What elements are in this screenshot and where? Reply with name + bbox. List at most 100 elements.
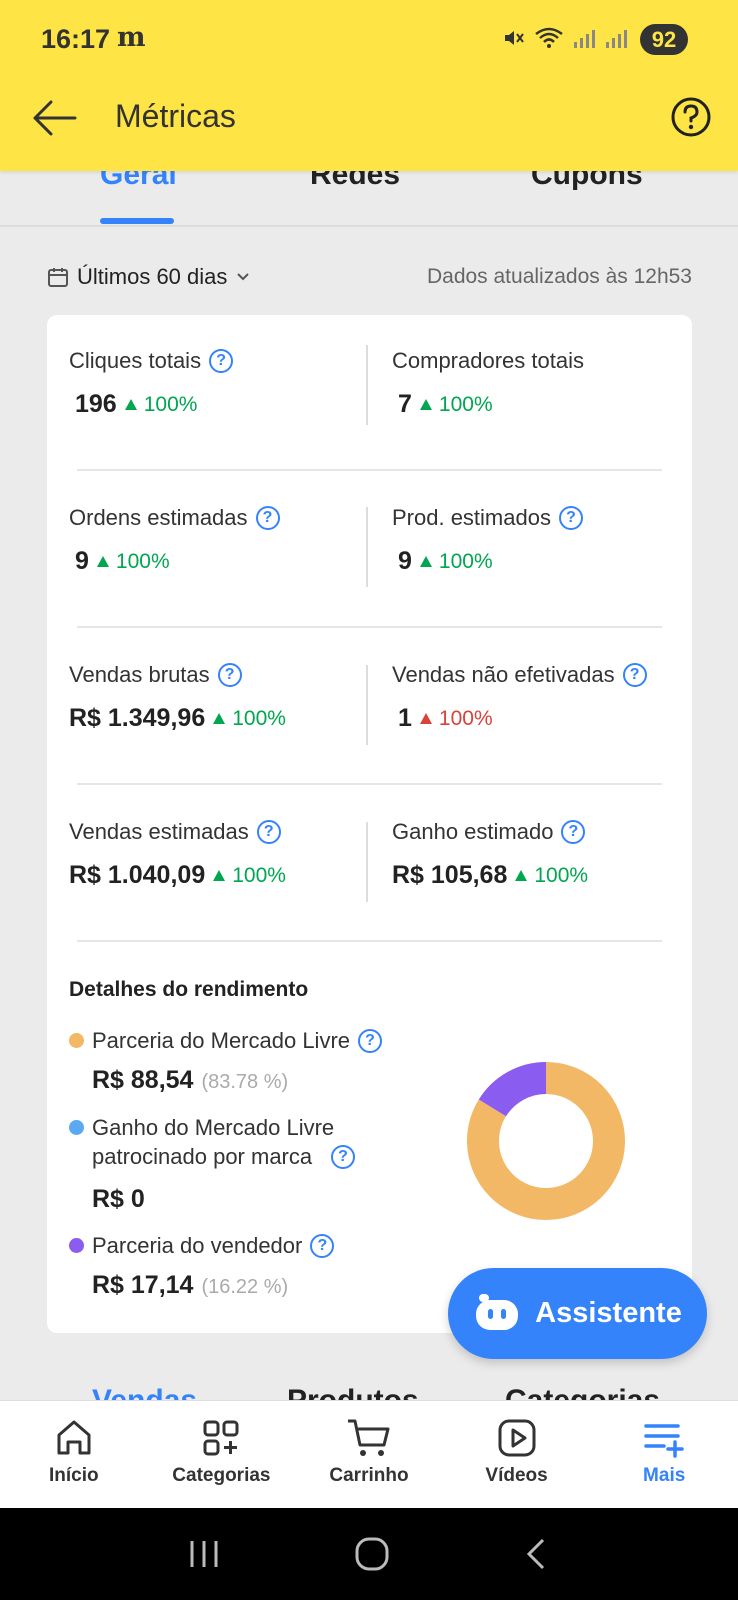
trend-value: 100% xyxy=(438,392,493,416)
help-icon[interactable]: ? xyxy=(558,506,583,530)
trend-up-badge: 100% xyxy=(419,392,493,417)
legend-label: Parceria do Mercado Livre xyxy=(92,1028,351,1053)
triangle-up-icon xyxy=(124,399,137,410)
blue-dot-icon xyxy=(69,1120,84,1135)
video-icon xyxy=(498,1419,536,1457)
metric-value: R$ 1.349,96 xyxy=(69,704,206,732)
orange-dot-icon xyxy=(69,1033,84,1048)
divider xyxy=(77,783,662,785)
recent-apps-icon[interactable] xyxy=(187,1538,221,1570)
triangle-up-icon xyxy=(96,556,109,567)
section-tabs-peek: Vendas Produtos Categorias xyxy=(0,1384,738,1400)
trend-up-badge: 100% xyxy=(419,549,493,574)
metric-label: Prod. estimados xyxy=(392,505,551,530)
legend-label: Ganho do Mercado Livre patrocinado por m… xyxy=(92,1115,335,1169)
tab-categorias[interactable]: Categorias xyxy=(505,1384,660,1400)
legend-ganho-ml-patrocinado: Ganho do Mercado Livre patrocinado por m… xyxy=(69,1114,419,1214)
trend-value: 100% xyxy=(232,706,286,730)
nav-label: Vídeos xyxy=(485,1465,548,1486)
legend-amount: R$ 17,14 xyxy=(92,1270,194,1299)
calendar-icon xyxy=(48,268,68,287)
trend-up-badge: 100% xyxy=(124,392,198,417)
help-icon[interactable]: ? xyxy=(255,506,280,530)
trend-value: 100% xyxy=(115,549,170,573)
help-icon[interactable]: ? xyxy=(256,820,281,844)
triangle-up-icon xyxy=(515,870,528,881)
robot-icon xyxy=(476,1293,519,1330)
metrics-card: Cliques totais? 196 100% Compradores tota… xyxy=(47,315,692,1333)
filter-row: Últimos 60 dias Dados atualizados às 12h… xyxy=(47,262,692,292)
trend-up-badge: 100% xyxy=(515,864,588,888)
legend-label: Parceria do vendedor xyxy=(92,1233,303,1258)
details-title: Detalhes do rendimento xyxy=(69,978,309,1001)
home-circle-icon[interactable] xyxy=(354,1536,390,1572)
back-button[interactable] xyxy=(28,94,80,142)
status-icons xyxy=(502,26,628,50)
help-icon[interactable]: ? xyxy=(310,1234,335,1258)
nav-label: Início xyxy=(48,1465,99,1486)
legend-percent: (16.22 %) xyxy=(201,1275,289,1298)
tab-vendas[interactable]: Vendas xyxy=(92,1384,197,1400)
signal-icon xyxy=(574,30,595,48)
divider xyxy=(366,345,368,425)
period-label: Últimos 60 dias xyxy=(77,264,228,289)
trend-value: 100% xyxy=(232,863,286,887)
system-navigation-bar xyxy=(0,1508,738,1600)
tab-produtos[interactable]: Produtos xyxy=(287,1384,419,1400)
legend-parceria-vendedor: Parceria do vendedor? R$ 17,14 (16.22 %) xyxy=(69,1232,419,1300)
nav-mais[interactable]: Mais xyxy=(590,1401,738,1508)
nav-categorias[interactable]: Categorias xyxy=(148,1401,296,1508)
metric-label: Ganho estimado xyxy=(392,819,554,844)
metric-label: Vendas brutas xyxy=(69,662,210,687)
help-icon[interactable]: ? xyxy=(622,663,647,687)
updated-text: Dados atualizados às 12h53 xyxy=(426,265,692,288)
triangle-up-icon xyxy=(419,713,432,724)
wifi-icon xyxy=(535,27,563,48)
trend-value: 100% xyxy=(438,549,493,573)
metric-label: Ordens estimadas xyxy=(69,505,248,530)
page-title: Métricas xyxy=(115,98,236,134)
mute-icon xyxy=(505,31,524,45)
categories-icon xyxy=(203,1420,239,1456)
nav-label: Categorias xyxy=(172,1465,271,1486)
app-header: 16:17 m 92 Métricas xyxy=(0,0,738,171)
earnings-donut-chart xyxy=(467,1062,625,1220)
triangle-up-icon xyxy=(213,713,226,724)
triangle-up-icon xyxy=(419,556,432,567)
trend-up-warning-badge: 100% xyxy=(419,707,493,731)
trend-up-badge: 100% xyxy=(213,864,286,888)
divider xyxy=(366,665,368,745)
help-icon[interactable]: ? xyxy=(561,820,586,844)
divider xyxy=(77,469,662,471)
status-time: 16:17 xyxy=(41,24,111,54)
help-icon[interactable]: ? xyxy=(209,349,234,373)
trend-up-badge: 100% xyxy=(96,549,170,574)
nav-label: Carrinho xyxy=(329,1465,409,1486)
divider xyxy=(77,940,662,942)
back-chevron-icon[interactable] xyxy=(523,1536,551,1572)
help-icon[interactable]: ? xyxy=(331,1145,355,1169)
metric-value: 9 xyxy=(398,547,412,575)
metric-vendas-estimadas: Vendas estimadas? R$ 1.040,09 100% xyxy=(69,819,369,890)
help-button[interactable] xyxy=(670,96,712,138)
nav-inicio[interactable]: Início xyxy=(0,1401,148,1508)
nav-carrinho[interactable]: Carrinho xyxy=(295,1401,443,1508)
legend-amount: R$ 88,54 xyxy=(92,1065,194,1094)
help-icon[interactable]: ? xyxy=(358,1029,383,1053)
trend-value: 100% xyxy=(143,392,198,416)
metric-value: 1 xyxy=(398,704,412,732)
nav-videos[interactable]: Vídeos xyxy=(443,1401,591,1508)
chevron-down-icon xyxy=(237,273,250,281)
assistant-button[interactable]: Assistente xyxy=(448,1268,707,1359)
metric-compradores-totais: Compradores totais 7 100% xyxy=(392,348,692,419)
metric-label: Vendas não efetivadas xyxy=(392,662,615,687)
metric-value: R$ 105,68 xyxy=(392,861,508,889)
help-icon[interactable]: ? xyxy=(217,663,242,687)
triangle-up-icon xyxy=(419,399,432,410)
menu-plus-icon xyxy=(644,1424,684,1458)
home-icon xyxy=(57,1420,91,1455)
signal-icon-2 xyxy=(606,30,627,48)
battery-badge: 92 xyxy=(640,24,688,55)
bottom-navigation: Início Categorias Carrinho Vídeos Mais xyxy=(0,1400,738,1508)
period-selector[interactable]: Últimos 60 dias xyxy=(47,264,251,290)
